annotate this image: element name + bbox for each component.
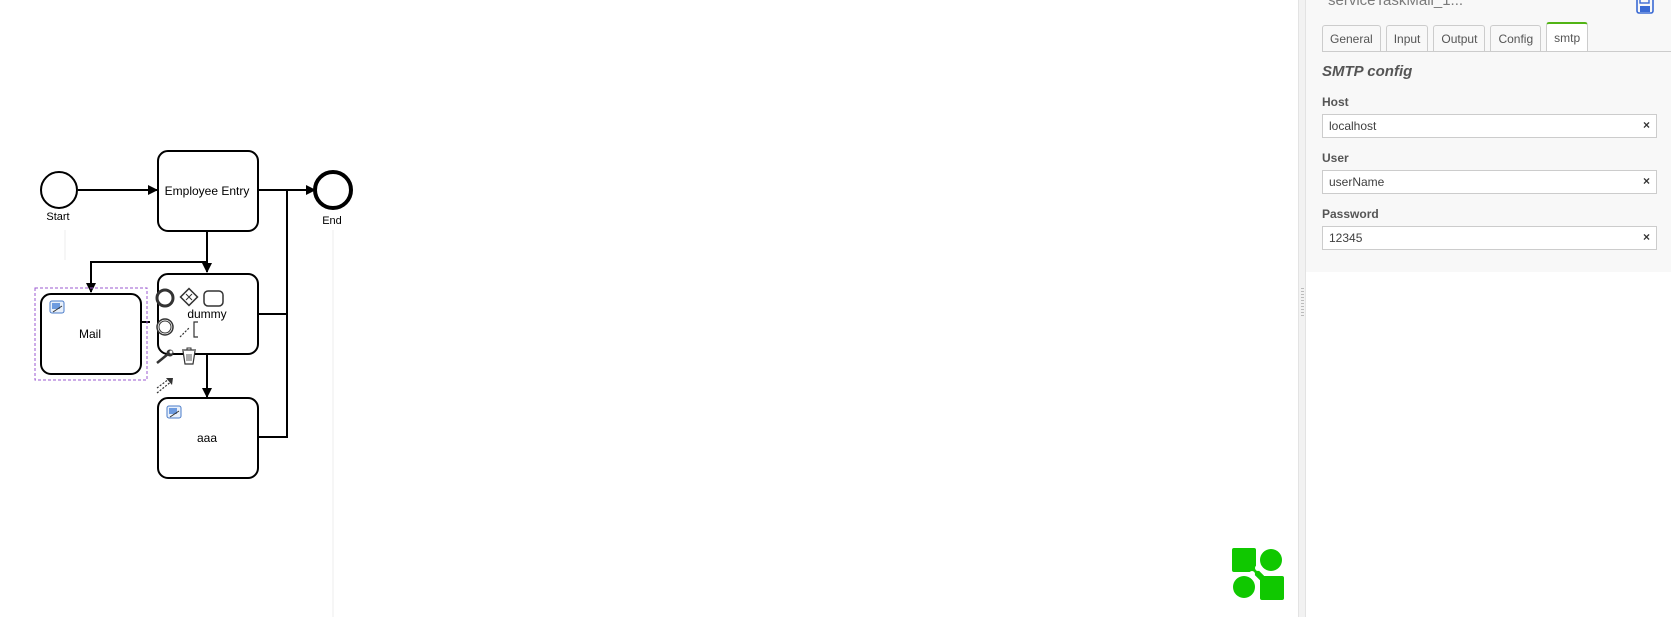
panel-title: serviceTaskMail_1...	[1328, 0, 1464, 9]
host-field[interactable]: localhost ×	[1322, 114, 1657, 138]
password-field[interactable]: 12345 ×	[1322, 226, 1657, 250]
tab-input[interactable]: Input	[1385, 25, 1429, 51]
end-label: End	[322, 215, 342, 227]
service-task-icon	[166, 405, 182, 419]
host-value: localhost	[1329, 119, 1377, 133]
task-dummy-label: dummy	[187, 307, 226, 321]
user-value: userName	[1329, 175, 1385, 189]
tab-general[interactable]: General	[1322, 25, 1381, 51]
connect-icon[interactable]	[156, 378, 173, 394]
password-clear-button[interactable]: ×	[1643, 230, 1650, 244]
user-field[interactable]: userName ×	[1322, 170, 1657, 194]
tab-config[interactable]: Config	[1490, 25, 1542, 51]
panel-tabs: General Input Output Config smtp	[1322, 22, 1671, 52]
group-title: SMTP config	[1322, 63, 1413, 80]
tab-output[interactable]: Output	[1433, 25, 1486, 51]
start-label: Start	[46, 211, 69, 223]
task-employee-entry-label: Employee Entry	[165, 184, 250, 198]
host-clear-button[interactable]: ×	[1643, 118, 1650, 132]
properties-panel-body: serviceTaskMail_1... General Input Outpu…	[1306, 0, 1671, 272]
password-label: Password	[1322, 207, 1379, 221]
append-intermediate-event-icon[interactable]	[156, 318, 174, 336]
end-event[interactable]	[313, 170, 353, 210]
bpmn-logo-icon[interactable]	[1232, 548, 1284, 600]
start-event[interactable]	[40, 171, 78, 209]
resizer-grip[interactable]	[1301, 288, 1304, 318]
bpmn-diagram[interactable]: Start End Employee Entry dummy aaa Mail	[0, 0, 1298, 617]
user-clear-button[interactable]: ×	[1643, 174, 1650, 188]
trash-icon[interactable]	[182, 347, 196, 365]
task-mail-label: Mail	[79, 327, 101, 341]
panel-resizer[interactable]	[1298, 0, 1306, 617]
password-value: 12345	[1329, 231, 1363, 245]
host-label: Host	[1322, 95, 1349, 109]
append-task-icon[interactable]	[203, 290, 224, 307]
service-task-icon	[49, 300, 65, 314]
properties-panel: serviceTaskMail_1... General Input Outpu…	[1306, 0, 1671, 617]
save-icon[interactable]	[1636, 0, 1654, 14]
tab-smtp[interactable]: smtp	[1546, 22, 1589, 51]
user-label: User	[1322, 151, 1349, 165]
task-aaa-label: aaa	[197, 431, 217, 445]
diagram-canvas[interactable]: Start End Employee Entry dummy aaa Mail	[0, 0, 1298, 617]
append-end-event-icon[interactable]	[155, 288, 175, 308]
